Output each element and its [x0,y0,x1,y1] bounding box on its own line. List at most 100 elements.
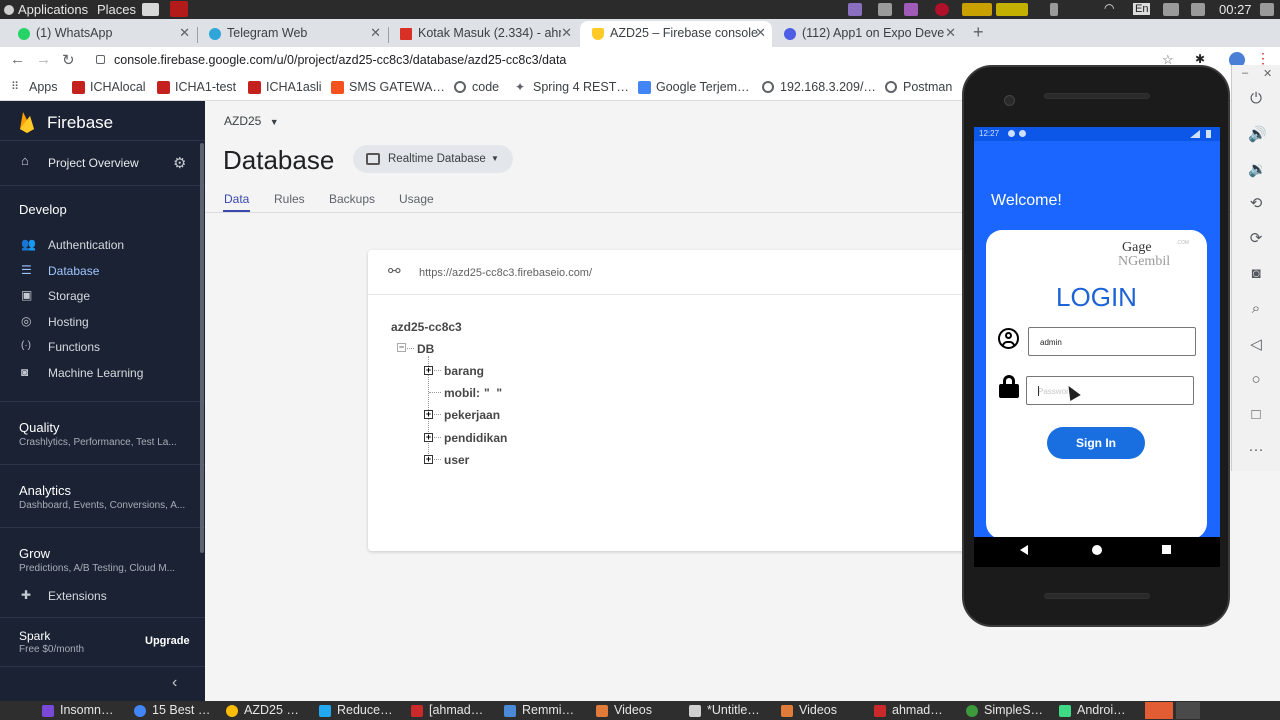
extension-icon[interactable]: ✱ [1195,52,1205,66]
taskbar-item[interactable]: [ahmad… [411,703,483,717]
taskbar-item[interactable]: Androi… [1059,703,1126,717]
bookmark-item[interactable]: Postman [885,80,952,94]
tree-node[interactable]: user [444,453,469,467]
tab-usage[interactable]: Usage [399,192,434,206]
username-input[interactable]: admin [1028,327,1196,356]
tray-icon[interactable] [878,3,892,16]
sidebar-item-functions[interactable]: (·) Functions [0,334,205,359]
close-tab-icon[interactable]: ✕ [370,25,381,41]
tab-rules[interactable]: Rules [274,192,305,206]
expand-node-icon[interactable]: + [424,366,433,375]
back-button[interactable]: ← [10,51,25,68]
taskbar-item[interactable]: AZD25 … [226,703,299,717]
tab-data[interactable]: Data [224,192,249,206]
taskbar-item[interactable]: Insomn… [42,703,114,717]
sidebar-section-grow[interactable]: Grow Predictions, A/B Testing, Cloud M..… [0,528,200,574]
expand-node-icon[interactable]: + [424,410,433,419]
nav-home-button[interactable] [1092,545,1102,555]
bookmark-item[interactable]: ✦ Spring 4 REST… [515,80,629,94]
tab-gmail[interactable]: Kotak Masuk (2.334) - ahm ✕ [388,21,578,47]
collapse-node-icon[interactable]: − [397,343,406,352]
sidebar-scrollbar[interactable] [200,143,204,553]
bookmark-item[interactable]: ICHA1-test [157,80,236,94]
database-url-bar[interactable]: ⚯ https://azd25-cc8c3.firebaseio.com/ [368,250,988,295]
bookmark-item[interactable]: code [454,80,499,94]
wifi-icon[interactable]: ◠ [1104,1,1120,15]
rotate-left-icon[interactable]: ⟲ [1248,196,1264,212]
password-input[interactable]: Password [1026,376,1194,405]
sidebar-item-database[interactable]: ☰ Database [0,258,205,283]
tree-node[interactable]: pendidikan [444,431,507,445]
sidebar-item-hosting[interactable]: ◎ Hosting [0,309,205,334]
close-tab-icon[interactable]: ✕ [945,25,956,41]
tray-icon[interactable] [904,3,918,16]
bookmark-item[interactable]: ICHA1asli [248,80,322,94]
workspace-indicator[interactable] [1145,702,1173,719]
close-tab-icon[interactable]: ✕ [561,25,572,41]
overview-icon[interactable]: □ [1248,407,1264,423]
clock[interactable]: 00:27 [1219,2,1252,17]
nav-back-button[interactable] [1020,545,1028,555]
sidebar-item-storage[interactable]: ▣ Storage [0,283,205,308]
tree-node-mobil[interactable]: mobil: [444,386,480,400]
taskbar-item[interactable]: SimpleS… [966,703,1043,717]
bookmark-item[interactable]: Google Terjem… [638,80,750,94]
applications-menu[interactable]: Applications [4,2,88,17]
taskbar-item[interactable]: ahmad… [874,703,943,717]
taskbar-item[interactable]: Videos [596,703,652,717]
rotate-right-icon[interactable]: ⟳ [1248,231,1264,247]
tray-icon[interactable] [848,3,862,16]
project-overview-link[interactable]: ⌂ Project Overview [0,149,160,173]
tree-node[interactable]: pekerjaan [444,408,500,422]
tree-node[interactable]: barang [444,364,484,378]
places-menu[interactable]: Places [97,2,136,17]
taskbar-item[interactable]: Videos [781,703,837,717]
volume-icon[interactable] [1191,3,1205,16]
app-launcher-icon[interactable] [170,1,188,17]
taskbar-item[interactable]: Remmi… [504,703,574,717]
project-selector[interactable]: AZD25 ▼ [224,114,279,128]
camera-icon[interactable]: ◙ [1248,266,1264,282]
more-icon[interactable]: ··· [1248,442,1264,458]
show-desktop-icon[interactable] [142,3,159,16]
back-icon[interactable]: ◁ [1248,337,1264,353]
bookmark-item[interactable]: ICHAlocal [72,80,146,94]
tab-backups[interactable]: Backups [329,192,375,206]
sidebar-item-authentication[interactable]: 👥 Authentication [0,232,205,257]
develop-heading[interactable]: Develop [19,202,67,217]
new-tab-button[interactable]: + [973,22,984,43]
home-icon[interactable]: ○ [1248,372,1264,388]
sign-in-button[interactable]: Sign In [1047,427,1145,459]
zoom-icon[interactable]: ⌕ [1248,301,1264,317]
tree-node-db[interactable]: DB [417,342,434,356]
sidebar-item-extensions[interactable]: ✚ Extensions [0,583,205,608]
collapse-sidebar-icon[interactable]: ‹ [172,674,177,692]
tray-icon[interactable] [935,3,949,16]
database-type-selector[interactable]: Realtime Database ▼ [353,145,513,173]
tab-telegram[interactable]: Telegram Web ✕ [197,21,387,47]
volume-up-icon[interactable]: 🔊 [1248,127,1267,143]
taskbar-item[interactable]: *Untitle… [689,703,760,717]
close-tab-icon[interactable]: ✕ [179,25,190,41]
expand-node-icon[interactable]: + [424,433,433,442]
settings-gear-icon[interactable]: ⚙ [173,154,186,172]
reload-button[interactable]: ↻ [62,51,75,69]
sidebar-item-machine-learning[interactable]: ◙ Machine Learning [0,360,205,385]
tree-node-value[interactable]: " " [484,386,502,400]
nav-recents-button[interactable] [1162,545,1171,554]
workspace-indicator[interactable] [1176,702,1200,719]
forward-button[interactable]: → [36,51,51,68]
close-tab-icon[interactable]: ✕ [755,25,766,41]
tray-icon[interactable] [1050,3,1058,16]
upgrade-button[interactable]: Upgrade [145,635,190,647]
bookmark-item[interactable]: 192.168.3.209/… [762,80,876,94]
tree-root[interactable]: azd25-cc8c3 [391,320,462,334]
power-icon[interactable]: ⏻ [1248,91,1264,107]
tab-whatsapp[interactable]: (1) WhatsApp ✕ [6,21,196,47]
expand-node-icon[interactable]: + [424,455,433,464]
bookmark-item[interactable]: SMS GATEWA… [331,80,445,94]
sidebar-section-quality[interactable]: Quality Crashlytics, Performance, Test L… [0,402,200,462]
close-icon[interactable]: ✕ [1263,67,1272,80]
tab-expo[interactable]: (112) App1 on Expo Devel ✕ [772,21,962,47]
minimize-icon[interactable]: – [1242,67,1248,79]
